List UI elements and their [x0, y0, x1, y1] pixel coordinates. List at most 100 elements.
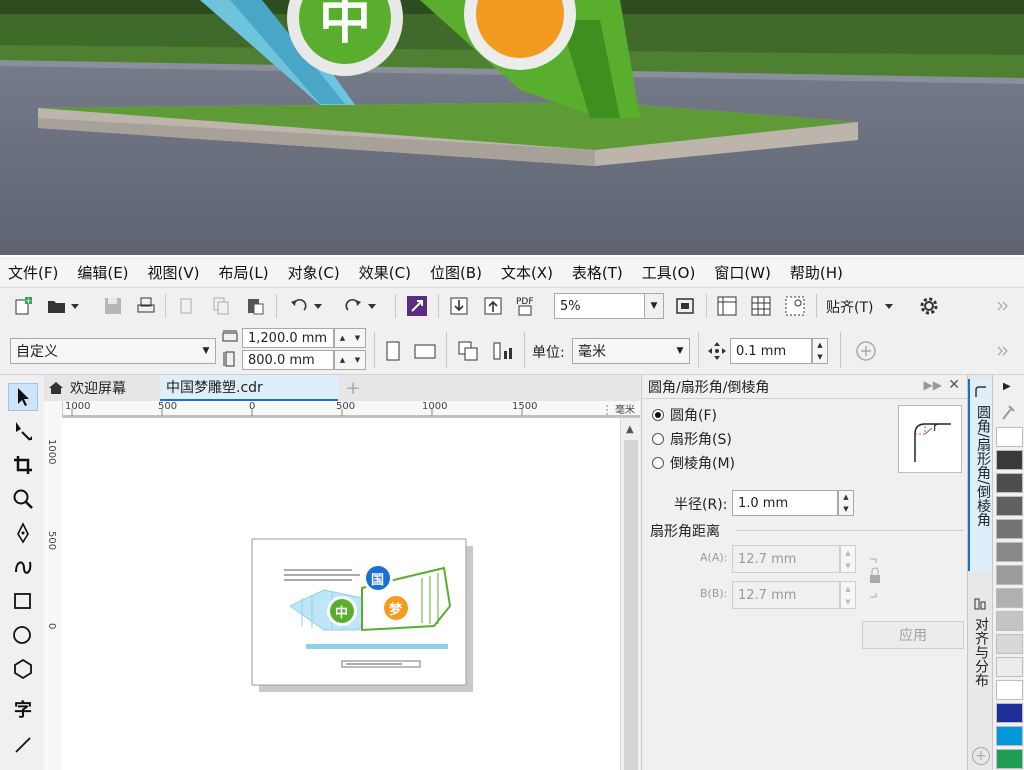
tab-welcome-screen[interactable]: 欢迎屏幕 — [44, 375, 158, 401]
units-chevron-down-icon[interactable]: ▼ — [671, 339, 689, 363]
distance-b-input[interactable]: 12.7 mm — [732, 581, 840, 609]
page-width-input[interactable]: 1,200.0 mm — [242, 328, 334, 348]
palette-swatch[interactable] — [996, 749, 1023, 769]
units-select[interactable]: 毫米 ▼ — [572, 338, 690, 364]
docker-close-icon[interactable]: ✕ — [948, 377, 960, 393]
new-document-icon[interactable]: + — [10, 293, 36, 319]
show-rulers-icon[interactable] — [714, 293, 740, 319]
all-pages-icon[interactable] — [455, 338, 481, 364]
property-bar-overflow-icon[interactable] — [990, 338, 1016, 364]
palette-swatch[interactable] — [996, 611, 1023, 631]
palette-swatch[interactable] — [996, 519, 1023, 539]
add-docker-plus-icon[interactable]: + — [972, 747, 990, 765]
freehand-pen-tool-icon[interactable] — [8, 519, 38, 547]
new-tab-plus-icon[interactable]: + — [342, 377, 364, 399]
option-scallop[interactable]: 扇形角(S) — [652, 429, 732, 449]
tab-align-distribute[interactable]: 对齐与分布 — [968, 591, 993, 731]
shape-tool-icon[interactable] — [8, 417, 38, 445]
palette-swatch[interactable] — [996, 680, 1023, 700]
chamfer-radio[interactable] — [652, 457, 664, 469]
docker-expand-icon[interactable]: ▶▶ — [924, 378, 942, 392]
palette-swatch[interactable] — [996, 450, 1023, 470]
ellipse-tool-icon[interactable] — [8, 621, 38, 649]
text-tool-icon[interactable]: 字 — [8, 695, 38, 723]
radius-spinner[interactable]: ▲ ▼ — [838, 490, 854, 516]
open-folder-icon[interactable] — [44, 293, 70, 319]
preset-chevron-down-icon[interactable]: ▼ — [197, 339, 215, 363]
menu-edit[interactable]: 编辑(E) — [77, 262, 128, 283]
palette-swatch[interactable] — [996, 726, 1023, 746]
snap-chevron-down-icon[interactable] — [882, 293, 896, 319]
landscape-icon[interactable] — [412, 338, 438, 364]
redo-icon[interactable] — [340, 293, 366, 319]
gear-icon[interactable] — [916, 293, 942, 319]
show-grid-icon[interactable] — [748, 293, 774, 319]
menu-window[interactable]: 窗口(W) — [714, 262, 771, 283]
menu-effects[interactable]: 效果(C) — [359, 262, 411, 283]
scallop-radio[interactable] — [652, 433, 664, 445]
snap-to-button[interactable]: 贴齐(T) — [826, 297, 873, 317]
full-screen-preview-icon[interactable] — [672, 293, 698, 319]
search-content-icon[interactable] — [404, 293, 430, 319]
option-chamfer[interactable]: 倒棱角(M) — [652, 453, 735, 473]
menu-text[interactable]: 文本(X) — [501, 262, 553, 283]
menu-table[interactable]: 表格(T) — [572, 262, 623, 283]
toolbar-overflow-icon[interactable] — [990, 293, 1016, 319]
palette-swatch[interactable] — [996, 565, 1023, 585]
palette-swatch[interactable] — [996, 657, 1023, 677]
parallel-dimension-tool-icon[interactable] — [8, 729, 38, 757]
zoom-tool-magnifier-icon[interactable] — [8, 485, 38, 513]
distance-b-spinner[interactable]: ▲ ▼ — [840, 581, 856, 609]
add-plus-icon[interactable] — [853, 338, 879, 364]
tab-fillet-docker[interactable]: 圆角/扇形角/倒棱角 — [968, 379, 993, 571]
menu-file[interactable]: 文件(F) — [8, 262, 58, 283]
vertical-scrollbar[interactable]: ▲ — [620, 418, 641, 770]
artistic-media-tool-icon[interactable] — [8, 553, 38, 581]
menu-help[interactable]: 帮助(H) — [790, 262, 843, 283]
open-recent-chevron-down-icon[interactable] — [68, 293, 82, 319]
nudge-spinner[interactable]: ▲ ▼ — [812, 338, 828, 364]
paste-icon[interactable] — [242, 293, 268, 319]
import-icon[interactable] — [446, 293, 472, 319]
menu-layout[interactable]: 布局(L) — [219, 262, 269, 283]
page-height-spinner[interactable]: ▲ ▼ — [334, 350, 366, 370]
apply-button[interactable]: 应用 — [862, 621, 964, 649]
zoom-level-input[interactable]: 5% ▼ — [554, 293, 664, 319]
current-page-icon[interactable] — [490, 338, 516, 364]
undo-chevron-down-icon[interactable] — [311, 293, 325, 319]
lock-ratio-icon[interactable] — [868, 555, 882, 601]
cut-icon[interactable] — [174, 293, 200, 319]
distance-a-spinner[interactable]: ▲ ▼ — [840, 545, 856, 573]
palette-swatch[interactable] — [996, 496, 1023, 516]
rectangle-tool-icon[interactable] — [8, 587, 38, 615]
undo-icon[interactable] — [286, 293, 312, 319]
distance-a-input[interactable]: 12.7 mm — [732, 545, 840, 573]
print-icon[interactable] — [133, 293, 159, 319]
show-guidelines-icon[interactable] — [782, 293, 808, 319]
palette-swatch[interactable] — [996, 703, 1023, 723]
page-preset-select[interactable]: 自定义 ▼ — [10, 338, 216, 364]
portrait-icon[interactable] — [380, 338, 406, 364]
menu-bitmaps[interactable]: 位图(B) — [430, 262, 482, 283]
zoom-chevron-down-icon[interactable]: ▼ — [644, 294, 663, 318]
export-icon[interactable] — [480, 293, 506, 319]
palette-swatch[interactable] — [996, 588, 1023, 608]
drawing-canvas[interactable]: 中 国 梦 — [62, 418, 620, 770]
scrollbar-thumb[interactable] — [624, 440, 638, 770]
redo-chevron-down-icon[interactable] — [365, 293, 379, 319]
menu-object[interactable]: 对象(C) — [288, 262, 340, 283]
save-icon[interactable] — [100, 293, 126, 319]
copy-icon[interactable] — [208, 293, 234, 319]
scroll-up-chevron-icon[interactable]: ▲ — [626, 424, 634, 435]
page-width-spinner[interactable]: ▲ ▼ — [334, 328, 366, 348]
option-fillet[interactable]: 圆角(F) — [652, 405, 717, 425]
menu-view[interactable]: 视图(V) — [148, 262, 200, 283]
pick-tool-arrow-icon[interactable] — [8, 383, 38, 411]
palette-swatch[interactable] — [996, 542, 1023, 562]
page-height-input[interactable]: 800.0 mm — [242, 350, 334, 370]
radius-input[interactable]: 1.0 mm — [732, 490, 838, 516]
palette-swatch[interactable] — [996, 427, 1023, 447]
palette-scroll-right-icon[interactable]: ▶ — [1003, 381, 1011, 392]
menu-tools[interactable]: 工具(O) — [642, 262, 696, 283]
publish-pdf-icon[interactable]: PDF — [513, 293, 539, 319]
